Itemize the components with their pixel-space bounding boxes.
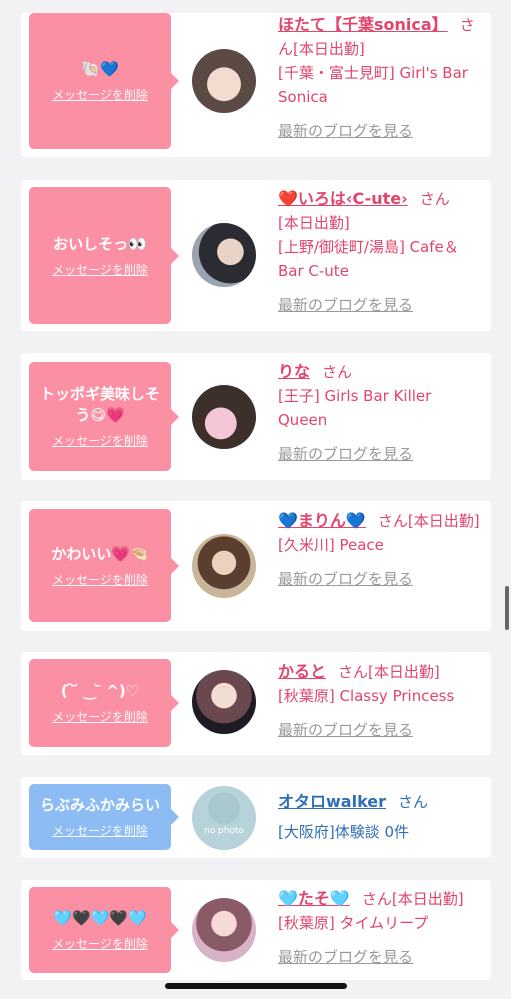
message-bubble: らぶみふかみらい メッセージを削除 bbox=[29, 784, 179, 850]
message-text: ( ᷇ ᷄ ‿ ᷅ ^)♡ bbox=[60, 682, 140, 700]
card-info: 💙まりん💙 さん[本日出勤] [久米川] Peace 最新のブログを見る bbox=[278, 509, 483, 591]
message-bubble: 🩵🖤🩵🖤🩵 メッセージを削除 bbox=[29, 887, 179, 973]
cast-name-link[interactable]: ❤️いろは‹C-ute› bbox=[278, 189, 408, 208]
avatar[interactable] bbox=[192, 670, 256, 734]
message-bubble: かわいい💗🤏🏻 メッセージを削除 bbox=[29, 509, 179, 622]
card-info: かると さん[本日出勤] [秋葉原] Classy Princess 最新のブログ… bbox=[278, 660, 483, 742]
message-text: らぶみふかみらい bbox=[39, 796, 160, 814]
avatar[interactable] bbox=[192, 385, 256, 449]
message-text: 🐚💙 bbox=[81, 60, 119, 78]
message-card: ( ᷇ ᷄ ‿ ᷅ ^)♡ メッセージを削除 かると さん[本日出勤] [秋葉原]… bbox=[21, 652, 491, 755]
no-photo-label: no photo bbox=[203, 826, 245, 836]
message-card: かわいい💗🤏🏻 メッセージを削除 💙まりん💙 さん[本日出勤] [久米川] Pea… bbox=[21, 501, 491, 631]
honorific: さん bbox=[361, 890, 392, 908]
cast-name-link[interactable]: ほたて【千葉sonica】 bbox=[278, 15, 448, 34]
delete-message-link[interactable]: メッセージを削除 bbox=[52, 822, 148, 839]
avatar[interactable] bbox=[192, 49, 256, 113]
delete-message-link[interactable]: メッセージを削除 bbox=[52, 261, 148, 278]
card-info: オタロwalker さん [大阪府]体験談 0件 bbox=[278, 790, 483, 844]
message-card: おいしそっ👀 メッセージを削除 ❤️いろは‹C-ute› さん [本日出勤] [上… bbox=[21, 180, 491, 331]
message-bubble: ( ᷇ ᷄ ‿ ᷅ ^)♡ メッセージを削除 bbox=[29, 659, 179, 747]
avatar[interactable] bbox=[192, 534, 256, 598]
latest-blog-link[interactable]: 最新のブログを見る bbox=[278, 718, 483, 742]
message-bubble: トッポギ美味しそう😋💗 メッセージを削除 bbox=[29, 362, 179, 471]
delete-message-link[interactable]: メッセージを削除 bbox=[52, 935, 148, 952]
card-info: りな さん [王子] Girls Bar Killer Queen 最新のブログを… bbox=[278, 360, 483, 466]
status-label: [本日出勤] bbox=[391, 890, 464, 908]
status-label: [本日出勤] bbox=[407, 512, 480, 530]
shop-area: [王子] Girls Bar Killer Queen bbox=[278, 387, 432, 429]
home-indicator[interactable] bbox=[165, 983, 347, 989]
message-text: かわいい💗🤏🏻 bbox=[51, 544, 149, 563]
avatar[interactable]: no photo bbox=[192, 786, 256, 850]
status-label: [本日出勤] bbox=[293, 40, 365, 58]
review-count: [大阪府]体験談 0件 bbox=[278, 823, 410, 841]
shop-area: [上野/御徒町/湯島] Cafe＆Bar C-ute bbox=[278, 238, 459, 280]
honorific: さん bbox=[377, 512, 408, 530]
honorific: さん bbox=[338, 663, 369, 681]
cast-name-link[interactable]: かると bbox=[278, 662, 326, 681]
user-name-link[interactable]: オタロwalker bbox=[278, 792, 386, 811]
status-label: [本日出勤] bbox=[368, 663, 440, 681]
message-text: 🩵🖤🩵🖤🩵 bbox=[53, 909, 147, 927]
shop-area: [千葉・富士見町] Girl's Bar Sonica bbox=[278, 64, 468, 106]
delete-message-link[interactable]: メッセージを削除 bbox=[52, 432, 148, 449]
shop-area: [久米川] Peace bbox=[278, 536, 384, 554]
cast-name-link[interactable]: りな bbox=[278, 362, 310, 381]
delete-message-link[interactable]: メッセージを削除 bbox=[52, 571, 148, 588]
cast-name-link[interactable]: 💙まりん💙 bbox=[278, 511, 366, 530]
avatar[interactable] bbox=[192, 223, 256, 287]
status-label: [本日出勤] bbox=[278, 214, 350, 232]
shop-area: [秋葉原] タイムリープ bbox=[278, 914, 429, 932]
message-text: トッポギ美味しそう😋💗 bbox=[39, 385, 160, 424]
avatar[interactable] bbox=[192, 898, 256, 962]
card-info: ❤️いろは‹C-ute› さん [本日出勤] [上野/御徒町/湯島] Cafe＆B… bbox=[278, 187, 483, 317]
message-card: らぶみふかみらい メッセージを削除 no photo オタロwalker さん [… bbox=[21, 777, 491, 858]
latest-blog-link[interactable]: 最新のブログを見る bbox=[278, 119, 483, 143]
message-card: 🐚💙 メッセージを削除 ほたて【千葉sonica】 さん[本日出勤] [千葉・富士… bbox=[21, 13, 491, 157]
latest-blog-link[interactable]: 最新のブログを見る bbox=[278, 293, 483, 317]
message-card: トッポギ美味しそう😋💗 メッセージを削除 りな さん [王子] Girls Bar… bbox=[21, 353, 491, 480]
scrollbar[interactable] bbox=[505, 586, 509, 630]
message-bubble: おいしそっ👀 メッセージを削除 bbox=[29, 187, 179, 324]
card-info: ほたて【千葉sonica】 さん[本日出勤] [千葉・富士見町] Girl's B… bbox=[278, 13, 483, 143]
honorific: さん bbox=[322, 363, 353, 381]
honorific: さん bbox=[419, 190, 450, 208]
latest-blog-link[interactable]: 最新のブログを見る bbox=[278, 442, 483, 466]
delete-message-link[interactable]: メッセージを削除 bbox=[52, 86, 148, 103]
message-text: おいしそっ👀 bbox=[53, 234, 147, 253]
card-info: 🩵たそ🩵 さん[本日出勤] [秋葉原] タイムリープ 最新のブログを見る bbox=[278, 887, 483, 969]
delete-message-link[interactable]: メッセージを削除 bbox=[52, 708, 148, 725]
latest-blog-link[interactable]: 最新のブログを見る bbox=[278, 567, 483, 591]
message-bubble: 🐚💙 メッセージを削除 bbox=[29, 13, 179, 149]
latest-blog-link[interactable]: 最新のブログを見る bbox=[278, 945, 483, 969]
cast-name-link[interactable]: 🩵たそ🩵 bbox=[278, 889, 350, 908]
shop-area: [秋葉原] Classy Princess bbox=[278, 687, 455, 705]
message-card: 🩵🖤🩵🖤🩵 メッセージを削除 🩵たそ🩵 さん[本日出勤] [秋葉原] タイムリープ… bbox=[21, 880, 491, 980]
honorific: さん bbox=[398, 793, 429, 811]
